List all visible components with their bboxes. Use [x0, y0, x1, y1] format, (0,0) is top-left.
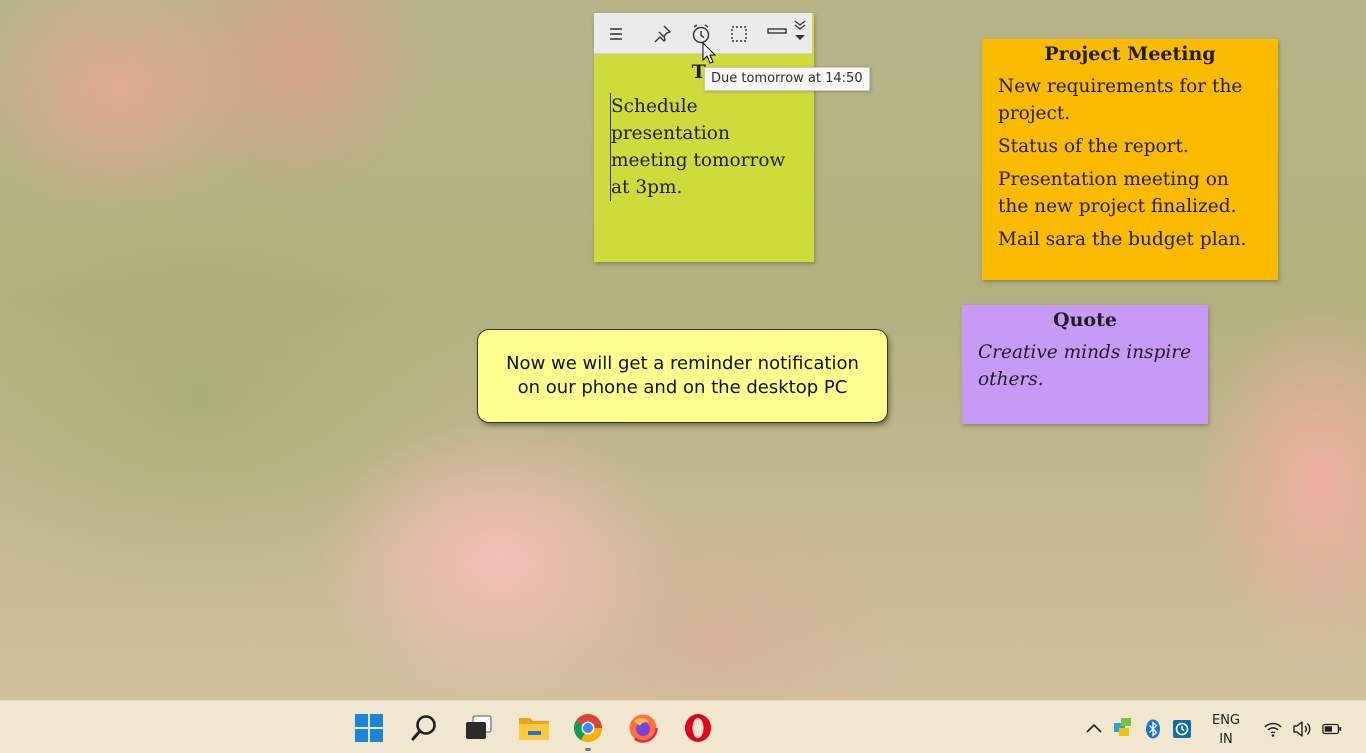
- chrome-icon[interactable]: [571, 711, 605, 745]
- callout-text: Now we will get a reminder notification …: [506, 353, 859, 398]
- list-item: Mail sara the budget plan.: [998, 229, 1247, 250]
- language-code: ENG: [1211, 713, 1240, 728]
- quote-text: Creative minds inspire others.: [978, 342, 1192, 390]
- firefox-icon[interactable]: [626, 711, 660, 745]
- chevron-up-icon[interactable]: [1084, 719, 1104, 739]
- volume-icon[interactable]: [1292, 719, 1312, 739]
- list-item: New requirements for the project.: [998, 76, 1243, 124]
- list-item: Presentation meeting on the new project …: [998, 169, 1237, 217]
- taskbar: ENG IN: [0, 700, 1366, 753]
- note-text: Schedule presentation meeting tomorrow a…: [610, 93, 805, 201]
- search-icon[interactable]: [407, 711, 441, 745]
- note-body: New requirements for the project. Status…: [982, 65, 1278, 253]
- sticky-note-quote[interactable]: Quote Creative minds inspire others.: [962, 305, 1208, 424]
- alarm-tooltip: Due tomorrow at 14:50: [704, 67, 870, 91]
- task-view-icon[interactable]: [462, 711, 496, 745]
- list-item: Status of the report.: [998, 136, 1189, 157]
- language-indicator[interactable]: ENG IN: [1206, 711, 1246, 749]
- file-explorer-icon[interactable]: [517, 711, 551, 745]
- menu-icon[interactable]: [604, 22, 628, 46]
- backup-icon[interactable]: [1172, 719, 1192, 739]
- select-icon[interactable]: [727, 22, 751, 46]
- pin-icon[interactable]: [650, 22, 674, 46]
- windows-start-icon[interactable]: [352, 711, 386, 745]
- bluetooth-icon[interactable]: [1143, 719, 1163, 739]
- note-body[interactable]: Schedule presentation meeting tomorrow a…: [610, 93, 805, 201]
- note-title: Quote: [1053, 309, 1117, 331]
- sticky-note-project-meeting[interactable]: Project Meeting New requirements for the…: [982, 39, 1278, 280]
- battery-icon[interactable]: [1322, 719, 1342, 739]
- note-title: Project Meeting: [1044, 43, 1216, 65]
- wifi-icon[interactable]: [1263, 719, 1283, 739]
- minimize-icon[interactable]: [765, 22, 789, 46]
- region-code: IN: [1219, 732, 1233, 747]
- callout-annotation: Now we will get a reminder notification …: [477, 329, 888, 423]
- mouse-cursor-icon: [702, 42, 716, 64]
- opera-icon[interactable]: [681, 711, 715, 745]
- note-body: Creative minds inspire others.: [962, 331, 1208, 393]
- network-monitor-icon[interactable]: [1113, 717, 1133, 737]
- active-app-indicator: [585, 748, 591, 751]
- collapse-icon[interactable]: [791, 20, 809, 46]
